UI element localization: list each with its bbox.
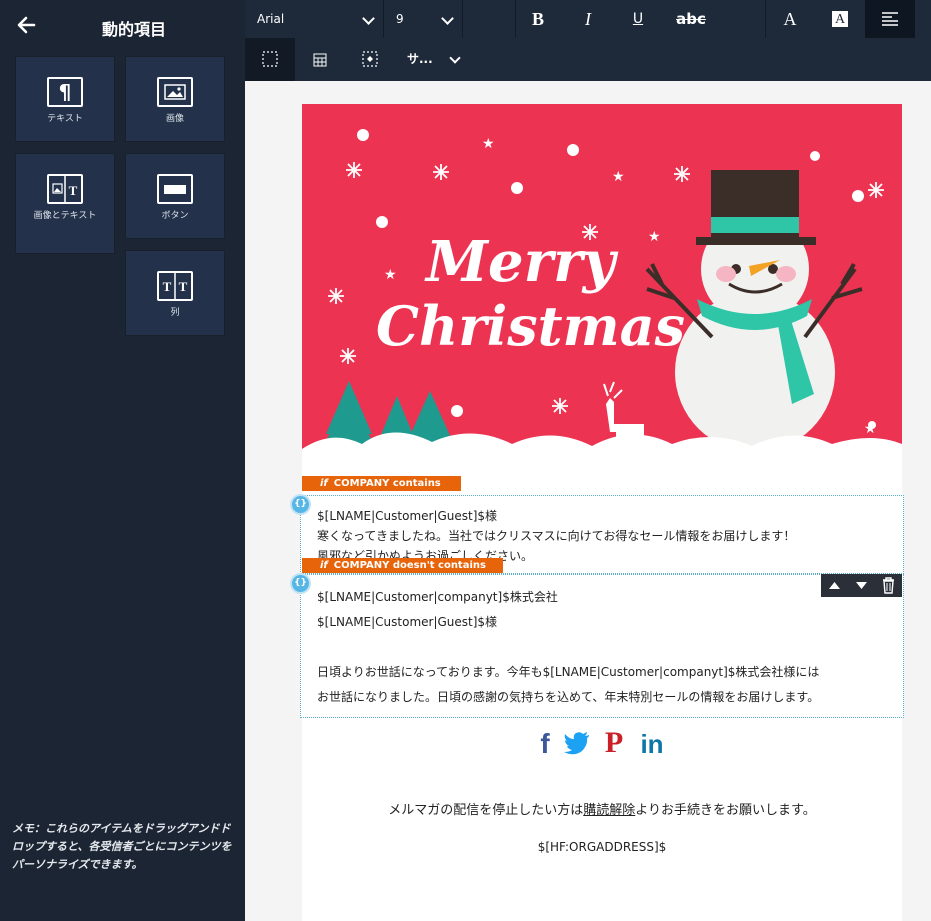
style-dropdown-value: サ... <box>407 52 433 66</box>
banner-title-line1: Merry <box>426 229 616 295</box>
svg-text:★: ★ <box>482 136 495 152</box>
tile-label: 列 <box>170 308 180 318</box>
align-left-button[interactable] <box>865 0 915 38</box>
back-arrow-icon[interactable] <box>14 12 40 38</box>
org-address: $[HF:ORGADDRESS]$ <box>537 840 667 854</box>
arrow-up-icon <box>829 582 840 589</box>
tile-columns[interactable]: TT 列 <box>125 250 225 336</box>
select-block-button[interactable] <box>245 38 295 81</box>
font-family-select[interactable]: Arial <box>245 0 384 38</box>
condition-if: if <box>320 560 328 571</box>
italic-button[interactable]: I <box>563 0 613 38</box>
twitter-icon[interactable] <box>562 728 592 758</box>
format-toolbar: Arial 9 B I U abc A A <box>245 0 931 38</box>
style-dropdown[interactable]: サ... <box>395 38 465 81</box>
unsub-text-before: メルマガの配信を停止したい方は <box>388 803 584 818</box>
underline-button[interactable]: U <box>613 0 663 38</box>
unsubscribe-link[interactable]: 購読解除 <box>583 803 635 818</box>
block-line: 寒くなってきましたね。当社ではクリスマスに向けてお得なセール情報をお届けします！ <box>317 529 796 543</box>
chevron-down-icon <box>441 12 454 25</box>
align-left-icon <box>882 12 898 26</box>
svg-text:★: ★ <box>864 421 877 437</box>
sidebar: 動的項目 ¶ テキスト 画像 T 画像とテキスト ボタン TT 列 メモ：これら… <box>0 0 245 921</box>
dynamic-content-block[interactable]: $[LNAME|Customer|companyt]$株式会社 $[LNAME|… <box>300 574 904 718</box>
table-button[interactable] <box>295 38 345 81</box>
bold-button[interactable]: B <box>513 0 563 38</box>
svg-text:★: ★ <box>384 267 397 283</box>
tile-image[interactable]: 画像 <box>125 56 225 142</box>
button-icon <box>157 174 193 204</box>
font-family-value: Arial <box>257 12 285 26</box>
block-toolbar: サ... <box>245 38 931 81</box>
block-controls <box>821 574 902 597</box>
pinterest-icon[interactable]: P <box>599 728 629 758</box>
image-icon <box>157 77 193 107</box>
image-text-icon: T <box>47 174 83 204</box>
move-up-button[interactable] <box>821 574 848 597</box>
table-icon <box>313 53 327 67</box>
unsub-text-after: よりお手続きをお願いします。 <box>635 803 816 818</box>
delete-button[interactable] <box>875 574 902 597</box>
block-line: お世話になりました。日頃の感謝の気持ちを込めて、年末特別セールの情報をお届けしま… <box>317 690 820 704</box>
tile-text[interactable]: ¶ テキスト <box>15 56 115 142</box>
unsubscribe-line: メルマガの配信を停止したい方は購読解除よりお手続きをお願いします。 <box>302 799 902 818</box>
svg-text:T: T <box>179 279 188 294</box>
condition-tag[interactable]: if COMPANY contains <box>302 476 461 491</box>
svg-text:T: T <box>69 183 78 198</box>
strikethrough-button[interactable]: abc <box>663 0 719 38</box>
linkedin-icon[interactable]: in <box>637 728 667 759</box>
svg-text:T: T <box>163 279 172 294</box>
paint-bucket-icon <box>362 51 378 67</box>
chevron-down-icon <box>449 52 461 64</box>
tile-label: テキスト <box>47 114 83 124</box>
svg-text:★: ★ <box>648 229 661 245</box>
paragraph-icon: ¶ <box>47 77 83 107</box>
condition-text: COMPANY contains <box>333 478 441 489</box>
bg-color-icon: A <box>832 11 848 27</box>
facebook-icon[interactable]: f <box>530 728 560 759</box>
condition-text: COMPANY doesn't contains <box>333 560 486 571</box>
sidebar-memo: メモ：これらのアイテムをドラッグアンドドロップすると、各受信者ごとにコンテンツを… <box>12 822 232 871</box>
dynamic-content-icon[interactable]: {} <box>292 575 309 592</box>
select-icon <box>262 51 278 67</box>
bg-color-button[interactable]: A <box>815 0 865 38</box>
block-line: $[LNAME|Customer|companyt]$株式会社 <box>317 590 558 604</box>
font-size-value: 9 <box>396 12 404 26</box>
columns-icon: TT <box>157 271 193 301</box>
block-line: $[LNAME|Customer|Guest]$様 <box>317 509 498 523</box>
block-line: 日頃よりお世話になっております。今年も$[LNAME|Customer|comp… <box>317 665 820 679</box>
toolbar-spacer <box>463 0 516 38</box>
sidebar-title: 動的項目 <box>101 20 166 39</box>
svg-text:★: ★ <box>612 169 625 185</box>
banner-title-line2: Christmas <box>376 294 686 358</box>
fill-button[interactable] <box>345 38 395 81</box>
condition-tag[interactable]: if COMPANY doesn't contains <box>302 558 503 573</box>
tile-button[interactable]: ボタン <box>125 153 225 239</box>
dynamic-content-icon[interactable]: {} <box>292 496 309 513</box>
tile-image-text[interactable]: T 画像とテキスト <box>15 153 115 254</box>
condition-if: if <box>320 478 328 489</box>
move-down-button[interactable] <box>848 574 875 597</box>
arrow-down-icon <box>856 582 867 589</box>
chevron-down-icon <box>362 12 375 25</box>
tile-label: ボタン <box>161 211 189 221</box>
font-size-select[interactable]: 9 <box>384 0 463 38</box>
font-color-button[interactable]: A <box>765 0 815 38</box>
christmas-banner-image[interactable]: ★ ★ ★ ★ ★ Merry Christmas <box>302 104 902 476</box>
block-line: $[LNAME|Customer|Guest]$様 <box>317 615 498 629</box>
tile-label: 画像とテキスト <box>33 211 97 221</box>
tile-label: 画像 <box>165 114 184 124</box>
trash-icon <box>883 577 894 594</box>
